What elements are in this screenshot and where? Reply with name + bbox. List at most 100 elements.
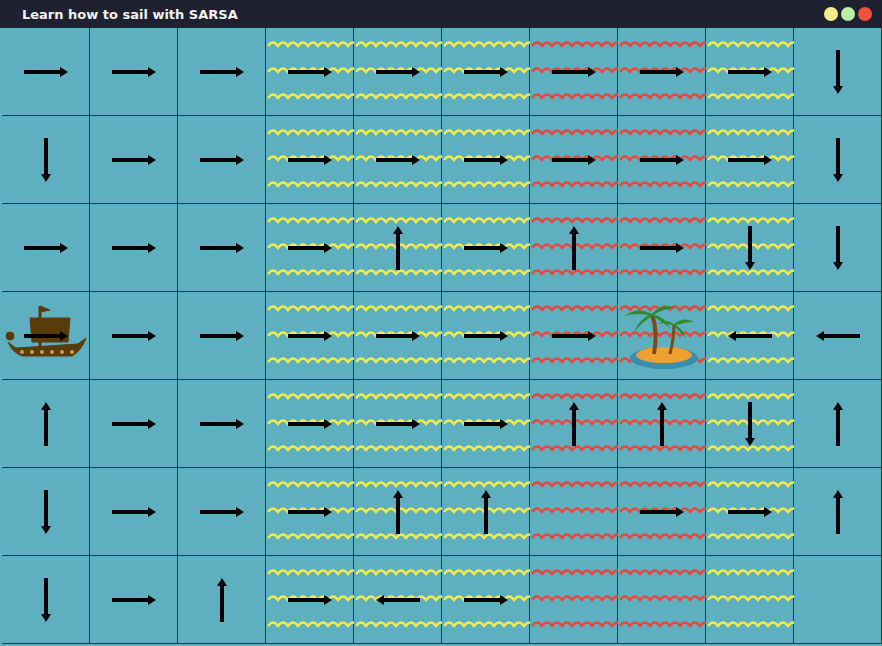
grid-cell: [794, 116, 882, 204]
arrow-right-icon: [442, 116, 530, 204]
arrow-up-icon: [2, 380, 90, 468]
arrow-right-icon: [706, 28, 794, 116]
window-button[interactable]: [858, 7, 872, 21]
arrow-right-icon: [2, 28, 90, 116]
grid-cell: [178, 28, 266, 116]
arrow-up-icon: [178, 556, 266, 644]
grid-cell: [794, 468, 882, 556]
arrow-up-icon: [442, 468, 530, 556]
grid-cell: [706, 380, 794, 468]
grid-cell: [618, 28, 706, 116]
grid-cell: [794, 380, 882, 468]
grid-cell: [90, 116, 178, 204]
arrow-right-icon: [442, 556, 530, 644]
waves-icon: [618, 556, 706, 644]
arrow-right-icon: [178, 204, 266, 292]
waves-icon: [530, 556, 618, 644]
grid-cell: [266, 116, 354, 204]
grid-world: [0, 28, 882, 646]
grid-cell: [2, 116, 90, 204]
arrow-right-icon: [442, 292, 530, 380]
arrow-right-icon: [266, 292, 354, 380]
grid-cell: [530, 116, 618, 204]
grid-cell: [618, 116, 706, 204]
arrow-up-icon: [354, 204, 442, 292]
title-bar: Learn how to sail with SARSA: [0, 0, 882, 28]
grid-cell: [90, 468, 178, 556]
arrow-down-icon: [794, 116, 882, 204]
waves-icon: [530, 468, 618, 556]
grid-cell: [794, 292, 882, 380]
grid-cell: [2, 28, 90, 116]
grid-cell: [442, 380, 530, 468]
grid-cell: [706, 204, 794, 292]
arrow-left-icon: [354, 556, 442, 644]
grid-cell: [442, 468, 530, 556]
arrow-right-icon: [354, 380, 442, 468]
arrow-right-icon: [178, 292, 266, 380]
arrow-right-icon: [706, 116, 794, 204]
grid-cell: [530, 556, 618, 644]
window-controls: [824, 7, 872, 21]
grid-cell: [354, 204, 442, 292]
arrow-right-icon: [354, 292, 442, 380]
arrow-right-icon: [90, 468, 178, 556]
grid-cell: [2, 292, 90, 380]
arrow-right-icon: [90, 292, 178, 380]
arrow-down-icon: [706, 380, 794, 468]
grid-cell: [178, 204, 266, 292]
arrow-right-icon: [178, 468, 266, 556]
grid-cell: [266, 468, 354, 556]
grid-cell: [2, 556, 90, 644]
arrow-right-icon: [266, 380, 354, 468]
arrow-right-icon: [90, 380, 178, 468]
grid-cell: [354, 116, 442, 204]
arrow-right-icon: [618, 204, 706, 292]
arrow-right-icon: [266, 204, 354, 292]
grid-cell: [706, 116, 794, 204]
arrow-right-icon: [90, 28, 178, 116]
arrow-down-icon: [2, 116, 90, 204]
grid-cell: [530, 380, 618, 468]
arrow-right-icon: [266, 116, 354, 204]
arrow-right-icon: [618, 28, 706, 116]
grid-cell: [706, 556, 794, 644]
grid-cell: [442, 292, 530, 380]
arrow-right-icon: [530, 28, 618, 116]
arrow-up-icon: [794, 468, 882, 556]
app-window: Learn how to sail with SARSA: [0, 0, 882, 646]
grid-cell: [618, 380, 706, 468]
arrow-right-icon: [178, 116, 266, 204]
grid-cell: [442, 204, 530, 292]
grid-cell: [354, 556, 442, 644]
grid-cell: [354, 380, 442, 468]
grid-cell: [530, 468, 618, 556]
arrow-right-icon: [2, 292, 90, 380]
grid-cell: [266, 292, 354, 380]
arrow-left-icon: [794, 292, 882, 380]
arrow-up-icon: [354, 468, 442, 556]
arrow-up-icon: [618, 380, 706, 468]
grid-cell: [442, 116, 530, 204]
grid-cell: [794, 28, 882, 116]
arrow-up-icon: [530, 380, 618, 468]
grid-cell: [442, 28, 530, 116]
arrow-right-icon: [354, 116, 442, 204]
window-button[interactable]: [824, 7, 838, 21]
arrow-right-icon: [90, 116, 178, 204]
arrow-right-icon: [90, 204, 178, 292]
arrow-down-icon: [794, 204, 882, 292]
grid-cell: [618, 468, 706, 556]
grid-cell: [2, 380, 90, 468]
grid-cell: [90, 28, 178, 116]
arrow-down-icon: [706, 204, 794, 292]
window-button[interactable]: [841, 7, 855, 21]
grid-cell: [354, 28, 442, 116]
grid-cell: [794, 556, 882, 644]
arrow-right-icon: [706, 468, 794, 556]
grid-cell: [530, 292, 618, 380]
grid-cell: [90, 204, 178, 292]
arrow-right-icon: [178, 28, 266, 116]
grid-cell: [266, 380, 354, 468]
arrow-right-icon: [618, 116, 706, 204]
